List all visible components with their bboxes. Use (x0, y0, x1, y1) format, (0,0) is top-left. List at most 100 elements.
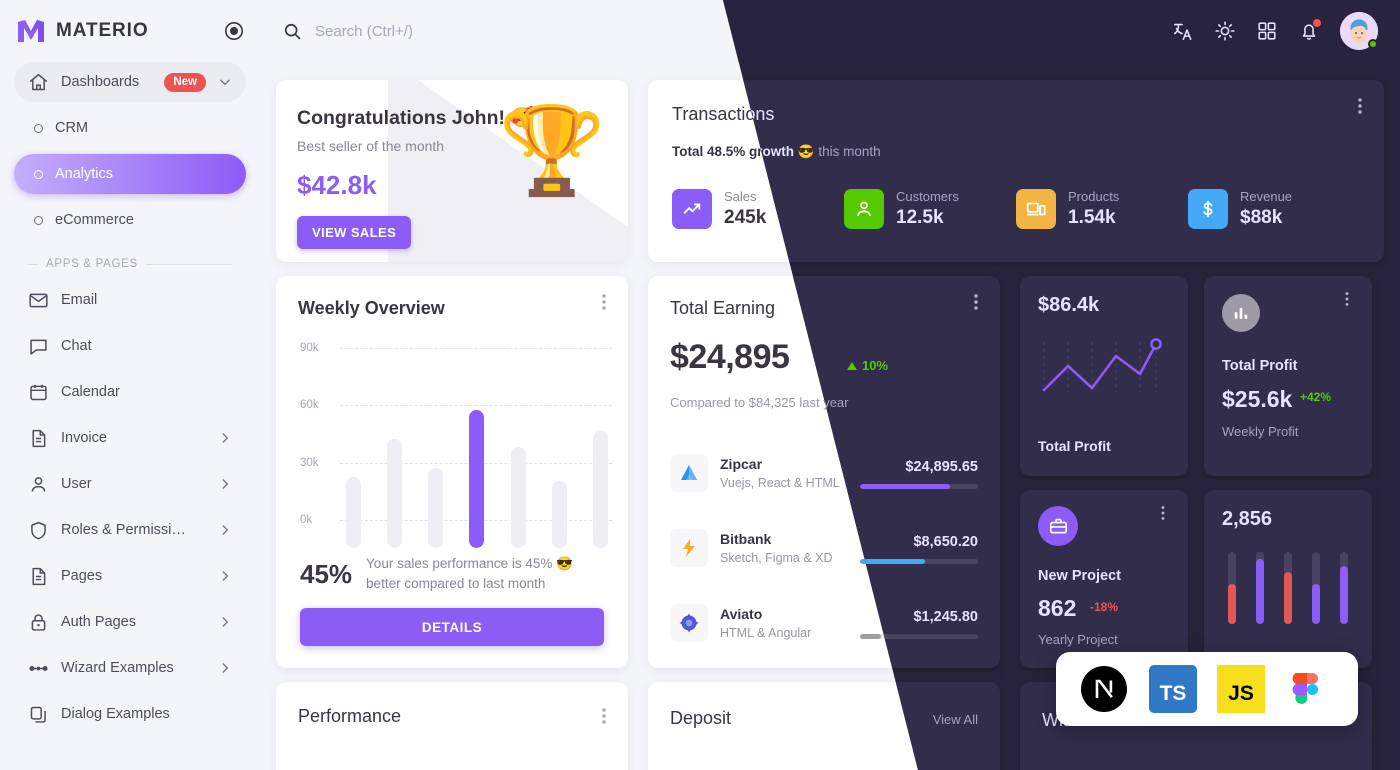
javascript-logo[interactable]: JS (1217, 665, 1266, 713)
mail-icon (28, 290, 49, 311)
bar-fr (510, 447, 526, 548)
shield-icon (28, 520, 49, 541)
sidebar-item-chat[interactable]: Chat (14, 326, 246, 366)
nextjs-logo[interactable] (1080, 665, 1128, 713)
congrats-amount: $42.8k (297, 170, 377, 200)
typescript-logo[interactable]: TS (1148, 665, 1197, 713)
profit-line-caption: Total Profit (1038, 438, 1111, 454)
sidebar-item-label: Chat (61, 338, 92, 354)
weekly-footer: 45% Your sales performance is 45% 😎 bett… (300, 554, 608, 594)
sidebar-item-label: Email (61, 292, 98, 308)
weekly-bar-chart: 90k 60k 30k 0k (300, 342, 612, 548)
performance-title: Performance (298, 706, 402, 726)
sidebar-item-pages[interactable]: Pages (14, 556, 246, 596)
sidebar-item-analytics[interactable]: Analytics (14, 154, 246, 194)
pin-toggle-icon[interactable] (224, 21, 244, 41)
dollar-icon (1188, 189, 1228, 229)
sidebar-item-label: Pages (61, 568, 103, 584)
deposit-title: Deposit (670, 708, 732, 728)
stat-label: Sales (724, 189, 757, 204)
header-actions-dark (1172, 12, 1378, 50)
details-button[interactable]: DETAILS (300, 608, 604, 646)
earning-row-desc: HTML & Angular (720, 625, 812, 640)
online-status-dot (1368, 39, 1378, 49)
sidebar-item-label: Calendar (61, 384, 120, 400)
sessions-card-dark: 2,856 (1204, 490, 1372, 668)
sidebar-item-crm[interactable]: CRM (14, 108, 246, 148)
progress-fill (860, 633, 882, 639)
sessions-bar-chart (1228, 552, 1348, 624)
chevron-down-icon (218, 75, 232, 89)
search-input[interactable] (315, 22, 635, 40)
chat-icon (28, 336, 49, 357)
earning-row-money: $1,245.80 (913, 608, 978, 625)
sidebar-item-ecommerce[interactable]: eCommerce (14, 200, 246, 240)
congrats-subtitle: Best seller of the month (297, 138, 445, 154)
sidebar-item-wizard-examples[interactable]: Wizard Examples (14, 648, 246, 688)
sidebar-item-label: Wizard Examples (61, 660, 174, 676)
progress-fill (860, 483, 950, 489)
sun-icon[interactable] (1214, 20, 1236, 42)
earning-row-name: Bitbank (720, 530, 772, 547)
stat-products: Products 1.54k (1016, 188, 1188, 230)
bar-sa (551, 481, 567, 548)
earning-row-name: Zipcar (720, 455, 763, 472)
brand: MATERIO (0, 0, 260, 62)
sidebar-item-invoice[interactable]: Invoice (14, 418, 246, 458)
sidebar-group-dashboards[interactable]: Dashboards New (14, 62, 246, 102)
earning-row-money: $8,650.20 (913, 533, 978, 550)
view-sales-button[interactable]: VIEW SALES (297, 216, 412, 249)
sidebar-item-auth-pages[interactable]: Auth Pages (14, 602, 246, 642)
more-options-icon[interactable] (1154, 504, 1174, 524)
stat-label: Customers (896, 189, 959, 204)
wizard-icon (28, 658, 49, 679)
weekly-profit-title: Total Profit (1222, 358, 1298, 374)
earning-row-name: Aviato (720, 605, 763, 622)
more-options-icon[interactable] (1350, 96, 1370, 116)
weekly-profit-caption: Weekly Profit (1222, 424, 1299, 439)
new-project-card-dark: New Project 862 -18% Yearly Project (1020, 490, 1188, 668)
sidebar-item-roles-permissions[interactable]: Roles & Permissi… (14, 510, 246, 550)
progress-fill (860, 558, 925, 564)
trophy-icon: 🏆 (498, 103, 606, 199)
sidebar-item-label: Dialog Examples (61, 706, 170, 722)
sidebar-item-user[interactable]: User (14, 464, 246, 504)
deposit-view-all-link[interactable]: View All (933, 712, 978, 727)
file-icon (28, 428, 49, 449)
bar-su (592, 431, 608, 548)
chevron-right-icon (218, 661, 232, 675)
new-project-delta: -18% (1090, 600, 1119, 614)
sidebar-item-label: Roles & Permissi… (61, 522, 186, 538)
materio-logo-icon (16, 18, 46, 44)
bell-icon[interactable] (1298, 19, 1321, 42)
translate-icon[interactable] (1172, 20, 1194, 42)
y-tick-90k: 90k (300, 342, 319, 354)
more-options-icon[interactable] (966, 292, 986, 312)
sidebar-item-label: User (61, 476, 92, 492)
chevron-right-icon (218, 569, 232, 583)
svg-text:TS: TS (1159, 682, 1186, 705)
nav: Dashboards New CRM Analytics eCommerce A… (0, 62, 260, 734)
stat-value: 1.54k (1068, 207, 1116, 228)
tech-stack-dock: TS JS (1056, 652, 1358, 726)
sidebar-item-email[interactable]: Email (14, 280, 246, 320)
sidebar-item-calendar[interactable]: Calendar (14, 372, 246, 412)
figma-logo[interactable] (1286, 665, 1334, 713)
file-icon (28, 566, 49, 587)
bitbank-logo (670, 529, 708, 567)
lock-icon (28, 612, 49, 633)
y-tick-60k: 60k (300, 399, 319, 411)
weekly-title: Weekly Overview (298, 298, 445, 318)
more-options-icon[interactable] (594, 706, 614, 726)
y-tick-0k: 0k (300, 514, 313, 526)
more-options-icon[interactable] (1338, 290, 1358, 310)
weekly-percent: 45% (300, 558, 353, 589)
chevron-right-icon (218, 477, 232, 491)
avatar[interactable] (1340, 12, 1378, 50)
more-options-icon[interactable] (594, 292, 614, 312)
sidebar-item-dialog-examples[interactable]: Dialog Examples (14, 694, 246, 734)
briefcase-icon (1038, 506, 1078, 546)
grid-apps-icon[interactable] (1256, 20, 1278, 42)
earning-row-value: $8,650.20 (860, 533, 978, 564)
search-icon[interactable] (282, 21, 303, 42)
